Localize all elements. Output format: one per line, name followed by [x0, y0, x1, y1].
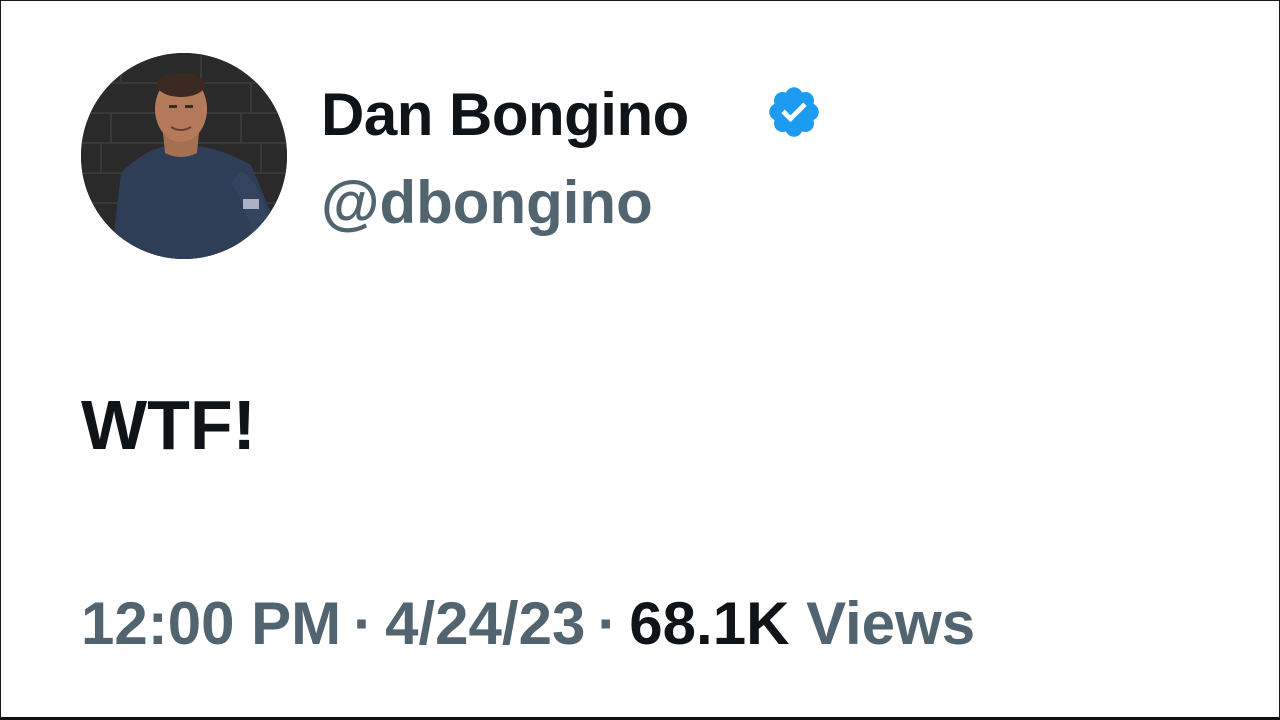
tweet-text: WTF! — [81, 386, 256, 464]
tweet-card: Dan Bongino @dbongino WTF! 12:00 PM · 4/24… — [0, 0, 1280, 720]
tweet-date[interactable]: 4/24/23 — [385, 590, 585, 657]
views-count[interactable]: 68.1K — [629, 590, 789, 657]
avatar[interactable] — [81, 53, 287, 259]
user-handle[interactable]: @dbongino — [321, 169, 653, 237]
profile-photo-icon — [81, 53, 287, 259]
views-label: Views — [806, 590, 976, 657]
meta-separator: · — [597, 590, 618, 657]
tweet-time[interactable]: 12:00 PM — [81, 590, 341, 657]
display-name[interactable]: Dan Bongino — [321, 81, 689, 149]
tweet-meta: 12:00 PM · 4/24/23 · 68.1K Views — [81, 589, 975, 659]
verified-badge-icon — [769, 87, 819, 137]
meta-separator: · — [353, 590, 374, 657]
